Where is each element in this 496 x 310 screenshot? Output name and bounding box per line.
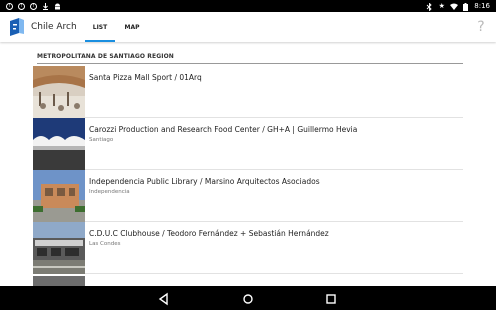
project-thumbnail — [33, 170, 85, 222]
status-right-icons: ★ 8:16 — [426, 1, 490, 12]
project-thumbnail — [33, 222, 85, 274]
region-header: METROPOLITANA DE SANTIAGO REGION — [37, 53, 463, 64]
list-item[interactable]: Carozzi Production and Research Food Cen… — [33, 118, 463, 170]
status-bar: ! ! ! ★ 8:16 — [0, 0, 496, 12]
notification-icon: ! — [30, 2, 37, 10]
app-title: Chile Arch — [31, 22, 77, 32]
battery-icon — [462, 2, 469, 11]
list-item-title: C.D.U.C Clubhouse / Teodoro Fernández + … — [89, 229, 329, 238]
list-item[interactable]: Santa Pizza Mall Sport / 01Arq — [33, 66, 463, 118]
tab-list[interactable]: LIST — [85, 12, 115, 42]
project-thumbnail — [33, 66, 85, 118]
download-icon — [42, 2, 49, 10]
list-item[interactable]: C.D.U.C Clubhouse / Teodoro Fernández + … — [33, 222, 463, 274]
list-item-title: Santa Pizza Mall Sport / 01Arq — [89, 73, 202, 82]
list-item-location: Las Condes — [89, 241, 121, 247]
help-icon[interactable]: ? — [476, 19, 486, 35]
list-item-title: Independencia Public Library / Marsino A… — [89, 177, 320, 186]
bluetooth-icon — [426, 1, 433, 12]
project-thumbnail-partial — [33, 276, 85, 286]
chile-arch-logo-icon — [10, 18, 24, 36]
android-icon — [54, 3, 61, 10]
tab-selected-indicator — [85, 40, 115, 42]
recents-icon[interactable] — [324, 291, 338, 305]
list-item-location: Santiago — [89, 137, 114, 143]
tab-map-label: MAP — [124, 23, 140, 31]
tab-list-label: LIST — [92, 23, 108, 31]
back-icon[interactable] — [157, 291, 171, 306]
star-icon: ★ — [438, 1, 445, 10]
project-thumbnail — [33, 118, 85, 170]
app-bar: Chile Arch LIST MAP ? — [0, 12, 496, 42]
list-item[interactable]: Independencia Public Library / Marsino A… — [33, 170, 463, 222]
navigation-bar — [0, 286, 496, 310]
project-list: Santa Pizza Mall Sport / 01Arq Carozzi P… — [33, 66, 463, 274]
list-item-title: Carozzi Production and Research Food Cen… — [89, 125, 358, 134]
notification-icon: ! — [6, 2, 13, 10]
status-time: 8:16 — [474, 2, 490, 10]
app-screen: ! ! ! ★ 8:16 Chile Arch LIST MAP ? METRO… — [0, 0, 496, 310]
status-left-icons: ! ! ! — [6, 2, 61, 10]
tab-map[interactable]: MAP — [117, 12, 147, 42]
home-icon[interactable] — [241, 291, 255, 305]
list-item-location: Independencia — [89, 189, 130, 195]
notification-icon: ! — [18, 2, 25, 10]
wifi-icon — [450, 3, 459, 10]
